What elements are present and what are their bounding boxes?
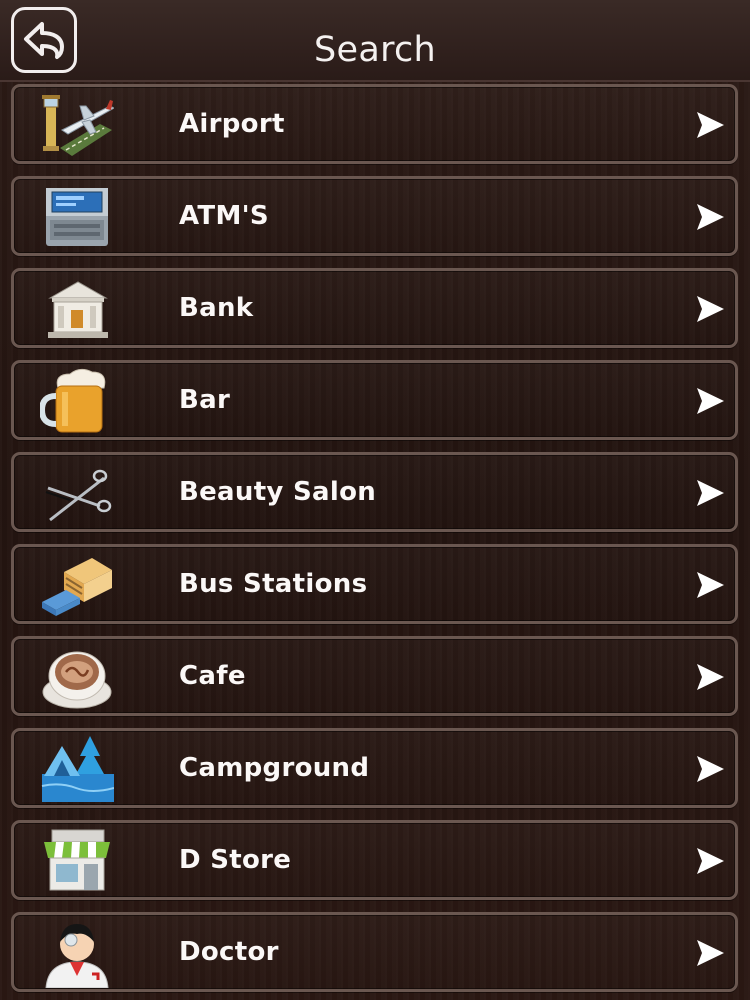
list-item-label: Bank [179,293,254,323]
list-item-label: Doctor [179,937,279,967]
scissors-icon [45,469,112,522]
list-item-label: D Store [179,845,292,875]
bank-icon [48,281,108,338]
list-item-atm[interactable]: ATM'S [11,176,738,256]
header-bar: Search [0,0,750,82]
list-item-label: ATM'S [179,201,269,231]
chevron-right-icon [697,572,724,598]
list-item-label: Campground [179,753,370,783]
list-item-bar[interactable]: Bar [11,360,738,440]
list-item-label: Bar [179,385,231,415]
doctor-icon [45,924,109,988]
chevron-right-icon [697,756,724,782]
chevron-right-icon [697,940,724,966]
list-item-d-store[interactable]: D Store [11,820,738,900]
list-item-label: Beauty Salon [179,477,377,507]
chevron-right-icon [697,112,724,138]
list-item-campground[interactable]: Campground [11,728,738,808]
store-icon [44,829,110,891]
bus-station-icon [42,558,112,616]
list-item-bus-stations[interactable]: Bus Stations [11,544,738,624]
page-title: Search [313,30,437,70]
list-item-beauty-salon[interactable]: Beauty Salon [11,452,738,532]
list-item-label: Airport [179,109,285,139]
chevron-right-icon [697,388,724,414]
beer-mug-icon [40,368,106,433]
airport-icon [42,95,114,156]
list-item-airport[interactable]: Airport [11,84,738,164]
chevron-right-icon [697,480,724,506]
chevron-right-icon [697,204,724,230]
list-item-label: Bus Stations [179,569,368,599]
chevron-right-icon [697,664,724,690]
list-item-bank[interactable]: Bank [11,268,738,348]
list-item-cafe[interactable]: Cafe [11,636,738,716]
campground-icon [41,736,114,802]
coffee-cup-icon [42,651,112,709]
list-item-doctor[interactable]: Doctor [11,912,738,992]
atm-icon [46,188,108,246]
chevron-right-icon [697,848,724,874]
chevron-right-icon [697,296,724,322]
list-item-label: Cafe [179,661,246,691]
